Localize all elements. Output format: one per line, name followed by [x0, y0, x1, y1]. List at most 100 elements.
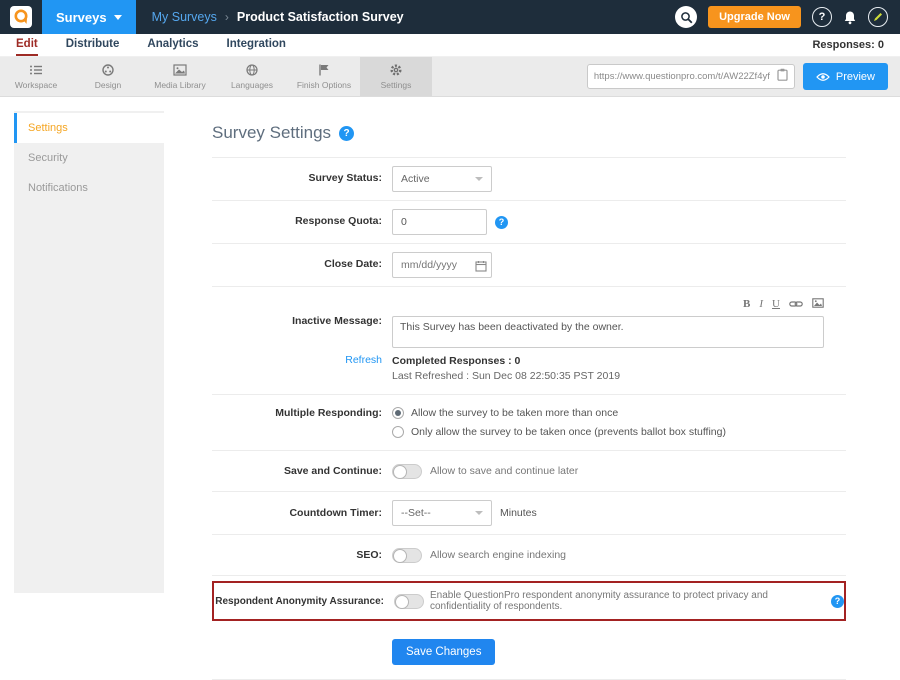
design-icon — [101, 63, 115, 77]
notifications-bell-icon[interactable] — [843, 10, 857, 25]
help-icon[interactable]: ? — [812, 7, 832, 27]
preview-label: Preview — [836, 71, 875, 83]
settings-gear-icon — [389, 63, 403, 77]
sidebar-item-security[interactable]: Security — [14, 143, 164, 173]
inactive-message-textarea[interactable]: This Survey has been deactivated by the … — [392, 316, 824, 348]
toolbar-item-finish-options[interactable]: Finish Options — [288, 57, 360, 96]
radio-allow-once[interactable]: Only allow the survey to be taken once (… — [392, 426, 726, 438]
section-tab-bar: Edit Distribute Analytics Integration Re… — [0, 34, 900, 57]
completed-responses-text: Completed Responses : 0 — [392, 354, 620, 369]
edit-pencil-icon[interactable] — [868, 7, 888, 27]
breadcrumb-current-survey: Product Satisfaction Survey — [237, 10, 404, 24]
page-title-row: Survey Settings ? — [212, 111, 846, 158]
save-row: Save Changes — [212, 626, 846, 680]
settings-sidebar: Settings Security Notifications — [14, 111, 164, 593]
pencil-glyph — [873, 12, 883, 22]
toolbar-label: Settings — [381, 80, 412, 90]
chevron-down-icon — [114, 15, 122, 20]
survey-status-value: Active — [401, 173, 430, 185]
surveys-menu-button[interactable]: Surveys — [42, 0, 136, 34]
last-refreshed-text: Last Refreshed : Sun Dec 08 22:50:35 PST… — [392, 369, 620, 384]
refresh-link[interactable]: Refresh — [212, 354, 392, 366]
copy-clipboard-icon[interactable] — [777, 68, 788, 86]
toolbar-label: Design — [95, 80, 121, 90]
insert-image-icon[interactable] — [812, 295, 824, 313]
toolbar-item-design[interactable]: Design — [72, 57, 144, 96]
sidebar-item-notifications[interactable]: Notifications — [14, 173, 164, 203]
breadcrumb: My Surveys › Product Satisfaction Survey — [152, 10, 404, 24]
magnifier-glyph — [680, 11, 693, 24]
underline-icon[interactable]: U — [772, 298, 780, 310]
response-quota-row: Response Quota: ? — [212, 201, 846, 244]
survey-status-select[interactable]: Active — [392, 166, 492, 192]
response-quota-label: Response Quota: — [212, 215, 392, 229]
upgrade-button[interactable]: Upgrade Now — [708, 6, 801, 28]
bell-glyph — [843, 10, 857, 25]
survey-status-row: Survey Status: Active — [212, 158, 846, 201]
media-library-icon — [173, 63, 187, 77]
toolbar-item-media-library[interactable]: Media Library — [144, 57, 216, 96]
link-icon[interactable] — [789, 295, 803, 313]
toolbar-right: Preview — [587, 57, 900, 96]
response-quota-help-icon[interactable]: ? — [495, 216, 508, 229]
radio-label: Only allow the survey to be taken once (… — [411, 426, 726, 438]
save-and-continue-label: Save and Continue: — [212, 465, 392, 479]
response-quota-input[interactable] — [392, 209, 487, 235]
settings-main-panel: Survey Settings ? Survey Status: Active … — [164, 111, 886, 632]
respondent-anonymity-help-icon[interactable]: ? — [831, 595, 844, 608]
countdown-timer-select[interactable]: --Set-- — [392, 500, 492, 526]
workspace-icon — [29, 63, 43, 77]
countdown-timer-label: Countdown Timer: — [212, 507, 392, 521]
sidebar-item-settings[interactable]: Settings — [14, 113, 164, 143]
tab-edit[interactable]: Edit — [16, 34, 38, 56]
countdown-timer-row: Countdown Timer: --Set-- Minutes — [212, 492, 846, 535]
countdown-timer-value: --Set-- — [401, 507, 431, 519]
eye-icon — [816, 72, 830, 82]
tab-analytics[interactable]: Analytics — [147, 34, 198, 56]
save-changes-button[interactable]: Save Changes — [392, 639, 495, 665]
toolbar-item-languages[interactable]: Languages — [216, 57, 288, 96]
toolbar-item-workspace[interactable]: Workspace — [0, 57, 72, 96]
questionpro-logo[interactable] — [10, 6, 32, 28]
toolbar-tools: Workspace Design Media Library Languages… — [0, 57, 432, 96]
save-and-continue-toggle[interactable] — [392, 464, 422, 479]
tab-distribute[interactable]: Distribute — [66, 34, 120, 56]
respondent-anonymity-label: Respondent Anonymity Assurance: — [214, 595, 394, 608]
breadcrumb-my-surveys[interactable]: My Surveys — [152, 10, 217, 24]
radio-button-unchecked[interactable] — [392, 426, 404, 438]
survey-url-input[interactable] — [594, 71, 772, 82]
preview-button[interactable]: Preview — [803, 63, 888, 90]
seo-label: SEO: — [212, 549, 392, 563]
toolbar-item-settings[interactable]: Settings — [360, 57, 432, 96]
radio-allow-multiple[interactable]: Allow the survey to be taken more than o… — [392, 407, 726, 419]
bold-icon[interactable]: B — [743, 298, 750, 310]
content-area: Settings Security Notifications Survey S… — [0, 97, 900, 632]
chevron-down-icon — [475, 511, 483, 515]
edit-toolbar: Workspace Design Media Library Languages… — [0, 57, 900, 97]
search-icon[interactable] — [675, 6, 697, 28]
inactive-message-label: Inactive Message: — [212, 295, 392, 329]
responses-count: Responses: 0 — [812, 34, 884, 56]
italic-icon[interactable]: I — [759, 298, 763, 310]
message-editor-toolbar: B I U — [392, 295, 824, 313]
toolbar-label: Workspace — [15, 80, 57, 90]
calendar-icon[interactable] — [475, 259, 487, 277]
seo-toggle[interactable] — [392, 548, 422, 563]
surveys-menu-label: Surveys — [56, 10, 107, 25]
respondent-anonymity-toggle[interactable] — [394, 594, 424, 609]
title-help-icon[interactable]: ? — [339, 126, 354, 141]
respondent-anonymity-description: Enable QuestionPro respondent anonymity … — [430, 590, 825, 612]
toolbar-label: Media Library — [154, 80, 206, 90]
multiple-responding-row: Multiple Responding: Allow the survey to… — [212, 395, 846, 451]
languages-globe-icon — [245, 63, 259, 77]
close-date-label: Close Date: — [212, 258, 392, 272]
tab-integration[interactable]: Integration — [227, 34, 286, 56]
seo-description: Allow search engine indexing — [430, 549, 566, 561]
respondent-anonymity-row-highlighted: Respondent Anonymity Assurance: Enable Q… — [212, 581, 846, 621]
page-title: Survey Settings — [212, 123, 331, 143]
top-bar: Surveys My Surveys › Product Satisfactio… — [0, 0, 900, 34]
refresh-row: Refresh Completed Responses : 0 Last Ref… — [212, 348, 846, 395]
radio-button-checked[interactable] — [392, 407, 404, 419]
topbar-actions: Upgrade Now ? — [675, 6, 888, 28]
finish-options-flag-icon — [317, 63, 331, 77]
